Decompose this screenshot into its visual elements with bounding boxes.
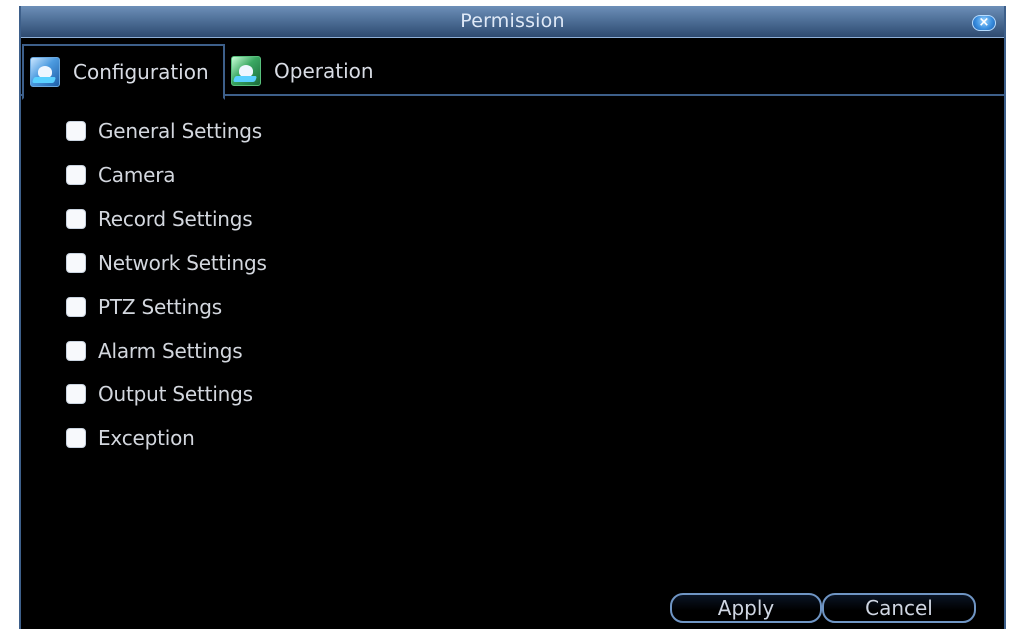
- cancel-button[interactable]: Cancel: [822, 593, 976, 623]
- checkbox[interactable]: [66, 341, 86, 361]
- tab-operation[interactable]: Operation: [231, 44, 421, 98]
- permission-label: Output Settings: [98, 382, 253, 406]
- checkbox[interactable]: [66, 428, 86, 448]
- apply-button[interactable]: Apply: [670, 593, 822, 623]
- permission-label: PTZ Settings: [98, 295, 222, 319]
- permission-label: Camera: [98, 163, 176, 187]
- checkbox[interactable]: [66, 121, 86, 141]
- checkbox[interactable]: [66, 165, 86, 185]
- permission-general-settings[interactable]: General Settings: [66, 116, 262, 146]
- tab-bar: Configuration Operation: [21, 42, 1004, 100]
- configuration-icon: [30, 57, 60, 87]
- tab-configuration[interactable]: Configuration: [22, 44, 225, 100]
- permission-label: Exception: [98, 426, 195, 450]
- tab-label: Operation: [274, 59, 374, 83]
- checkbox[interactable]: [66, 209, 86, 229]
- permission-alarm-settings[interactable]: Alarm Settings: [66, 336, 243, 366]
- permission-dialog: Permission × Configuration Operation Gen…: [19, 6, 1006, 629]
- permission-label: General Settings: [98, 119, 263, 143]
- permission-output-settings[interactable]: Output Settings: [66, 379, 253, 409]
- checkbox[interactable]: [66, 297, 86, 317]
- permission-label: Alarm Settings: [98, 339, 243, 363]
- dialog-title: Permission: [460, 10, 565, 32]
- permission-network-settings[interactable]: Network Settings: [66, 248, 267, 278]
- permission-record-settings[interactable]: Record Settings: [66, 204, 253, 234]
- permission-exception[interactable]: Exception: [66, 423, 195, 453]
- tab-label: Configuration: [73, 60, 209, 84]
- checkbox[interactable]: [66, 253, 86, 273]
- permission-label: Record Settings: [98, 207, 253, 231]
- permission-ptz-settings[interactable]: PTZ Settings: [66, 292, 222, 322]
- permission-camera[interactable]: Camera: [66, 160, 175, 190]
- title-bar: Permission ×: [21, 6, 1004, 38]
- checkbox[interactable]: [66, 384, 86, 404]
- close-icon[interactable]: ×: [972, 15, 996, 31]
- operation-icon: [231, 56, 261, 86]
- permission-label: Network Settings: [98, 251, 267, 275]
